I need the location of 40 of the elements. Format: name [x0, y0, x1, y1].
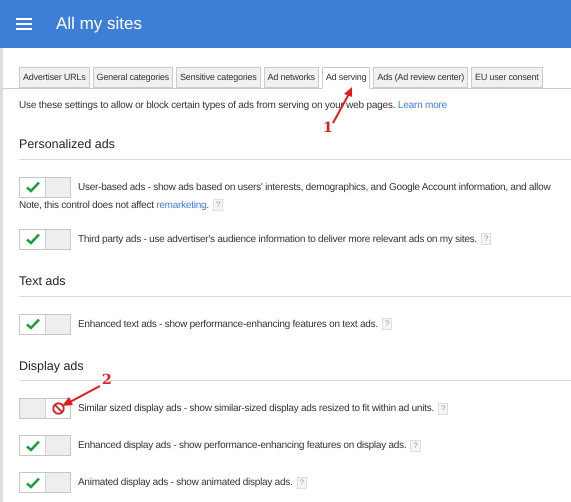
annotation-number: 1: [323, 119, 333, 138]
note-text: Note, this control does not affect remarketing.: [19, 198, 209, 213]
setting-description: Enhanced display ads - show performance-enhancing features on display ads. ?: [78, 438, 421, 454]
tab[interactable]: Ads (Ad review center): [373, 67, 468, 88]
tab[interactable]: General categories: [92, 67, 173, 88]
setting-description: Similar sized display ads - show similar-sized display ads resized to fit within ad units. ?: [78, 401, 448, 416]
section-heading: Text ads: [19, 272, 571, 296]
learn-more-link[interactable]: Learn more: [398, 100, 448, 111]
tab[interactable]: Sensitive categories: [176, 67, 261, 88]
toggle-switch[interactable]: [19, 176, 71, 198]
checkmark-icon: [26, 233, 40, 246]
toggle-switch[interactable]: [19, 314, 71, 334]
page-title: All my sites: [56, 13, 142, 36]
checkmark-icon: [26, 181, 40, 194]
remarketing-link[interactable]: remarketing: [156, 200, 206, 211]
section-heading: Personalized ads: [19, 135, 571, 160]
toggle-switch[interactable]: [19, 435, 71, 456]
checkmark-icon: [26, 440, 40, 452]
setting-description: Enhanced text ads - show performance-enhancing features on text ads. ?: [78, 316, 392, 332]
setting-description: Animated display ads - show animated display ads. ?: [78, 475, 307, 490]
help-icon[interactable]: ?: [410, 440, 421, 452]
help-icon[interactable]: ?: [382, 318, 392, 330]
help-icon[interactable]: ?: [480, 233, 492, 246]
help-icon[interactable]: ?: [212, 199, 224, 212]
toggle-switch[interactable]: [19, 228, 71, 250]
setting-description: Third party ads - use advertiser's audience information to deliver more relevant ads on my sites. ?: [78, 232, 492, 247]
tab[interactable]: Ad serving: [322, 67, 370, 89]
tab[interactable]: Ad networks: [264, 67, 319, 88]
tab[interactable]: EU user consent: [471, 67, 543, 88]
prohibited-icon: [52, 402, 64, 416]
help-icon[interactable]: ?: [296, 476, 307, 489]
checkmark-icon: [26, 318, 40, 330]
menu-icon[interactable]: [16, 18, 32, 30]
checkmark-icon: [26, 476, 40, 489]
help-icon[interactable]: ?: [438, 402, 448, 415]
setting-description: User-based ads - show ads based on users' interests, demographics, and Google Account information, and allow: [78, 180, 550, 195]
annotation-number: 2: [102, 371, 112, 390]
toggle-switch[interactable]: [19, 472, 71, 494]
toggle-switch[interactable]: [19, 398, 71, 420]
tab[interactable]: Advertiser URLs: [19, 67, 90, 88]
